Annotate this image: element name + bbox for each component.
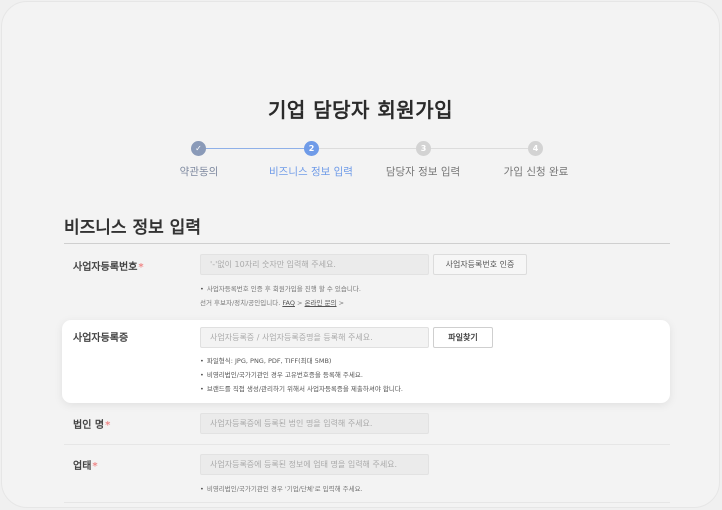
- signup-card: 기업 담당자 회원가입 ✓ 2 3 4 약관동의 비즈니스 정보 입력 담당자 …: [1, 1, 720, 508]
- online-inquiry-link[interactable]: 온라인 문의: [305, 299, 337, 307]
- required-mark: *: [92, 461, 98, 472]
- required-mark: *: [105, 420, 111, 431]
- biz-cert-file-input[interactable]: 사업자등록증 / 사업자등록증명을 등록해 주세요.: [200, 327, 429, 348]
- industry-note: 비영리법인/국가기관인 경우 '기업/단체'로 입력해 주세요.: [200, 483, 363, 493]
- row-divider: [64, 502, 670, 503]
- biz-number-label: 사업자등록번호*: [73, 262, 144, 273]
- step-connector-2: [318, 148, 416, 149]
- section-title: 비즈니스 정보 입력: [64, 218, 201, 238]
- step-4-marker: 4: [528, 141, 543, 156]
- industry-label: 업태*: [73, 461, 98, 472]
- step-connector-3: [430, 148, 528, 149]
- step-1-check-icon: ✓: [191, 141, 206, 156]
- find-file-button[interactable]: 파일찾기: [433, 327, 493, 348]
- step-connector-1: [205, 148, 305, 149]
- step-2-marker: 2: [304, 141, 319, 156]
- biz-number-verify-button[interactable]: 사업자등록번호 인증: [433, 254, 527, 275]
- biz-number-input[interactable]: '-'없이 10자리 숫자만 입력해 주세요.: [200, 254, 429, 275]
- biz-cert-note-2: 비영리법인/국가기관인 경우 고유번호증을 등록해 주세요.: [200, 369, 363, 379]
- online-inquiry-arrow-icon: >: [338, 299, 345, 307]
- row-divider: [64, 444, 670, 445]
- step-4-label: 가입 신청 완료: [503, 166, 569, 178]
- step-3-label: 담당자 정보 입력: [385, 166, 461, 178]
- biz-cert-note-3: 브랜드를 직접 생성/관리하기 위해서 사업자등록증을 제출하셔야 합니다.: [200, 383, 403, 393]
- required-mark: *: [138, 262, 144, 273]
- industry-input[interactable]: 사업자등록증에 등록된 정보에 업태 명을 입력해 주세요.: [200, 454, 429, 475]
- step-2-label: 비즈니스 정보 입력: [269, 166, 353, 178]
- page-title: 기업 담당자 회원가입: [267, 98, 454, 122]
- biz-cert-row: 사업자등록증 사업자등록증 / 사업자등록증명을 등록해 주세요. 파일찾기 파…: [62, 320, 670, 403]
- biz-number-help: 선거 후보자/정치/공인입니다. FAQ > 온라인 문의 >: [200, 299, 345, 307]
- faq-arrow-icon: >: [297, 299, 303, 307]
- faq-link[interactable]: FAQ: [282, 299, 295, 307]
- section-divider: [64, 243, 670, 244]
- corp-name-input[interactable]: 사업자등록증에 등록된 법인 명을 입력해 주세요.: [200, 413, 429, 434]
- corp-name-label: 법인 명*: [73, 420, 111, 431]
- biz-cert-label: 사업자등록증: [73, 333, 129, 344]
- step-1-label: 약관동의: [179, 166, 219, 178]
- biz-cert-note-1: 파일형식: JPG, PNG, PDF, TIFF(최대 5MB): [200, 355, 332, 365]
- biz-number-note: 사업자등록번호 인증 후 회원가입을 진행 할 수 있습니다.: [200, 283, 361, 293]
- step-3-marker: 3: [416, 141, 431, 156]
